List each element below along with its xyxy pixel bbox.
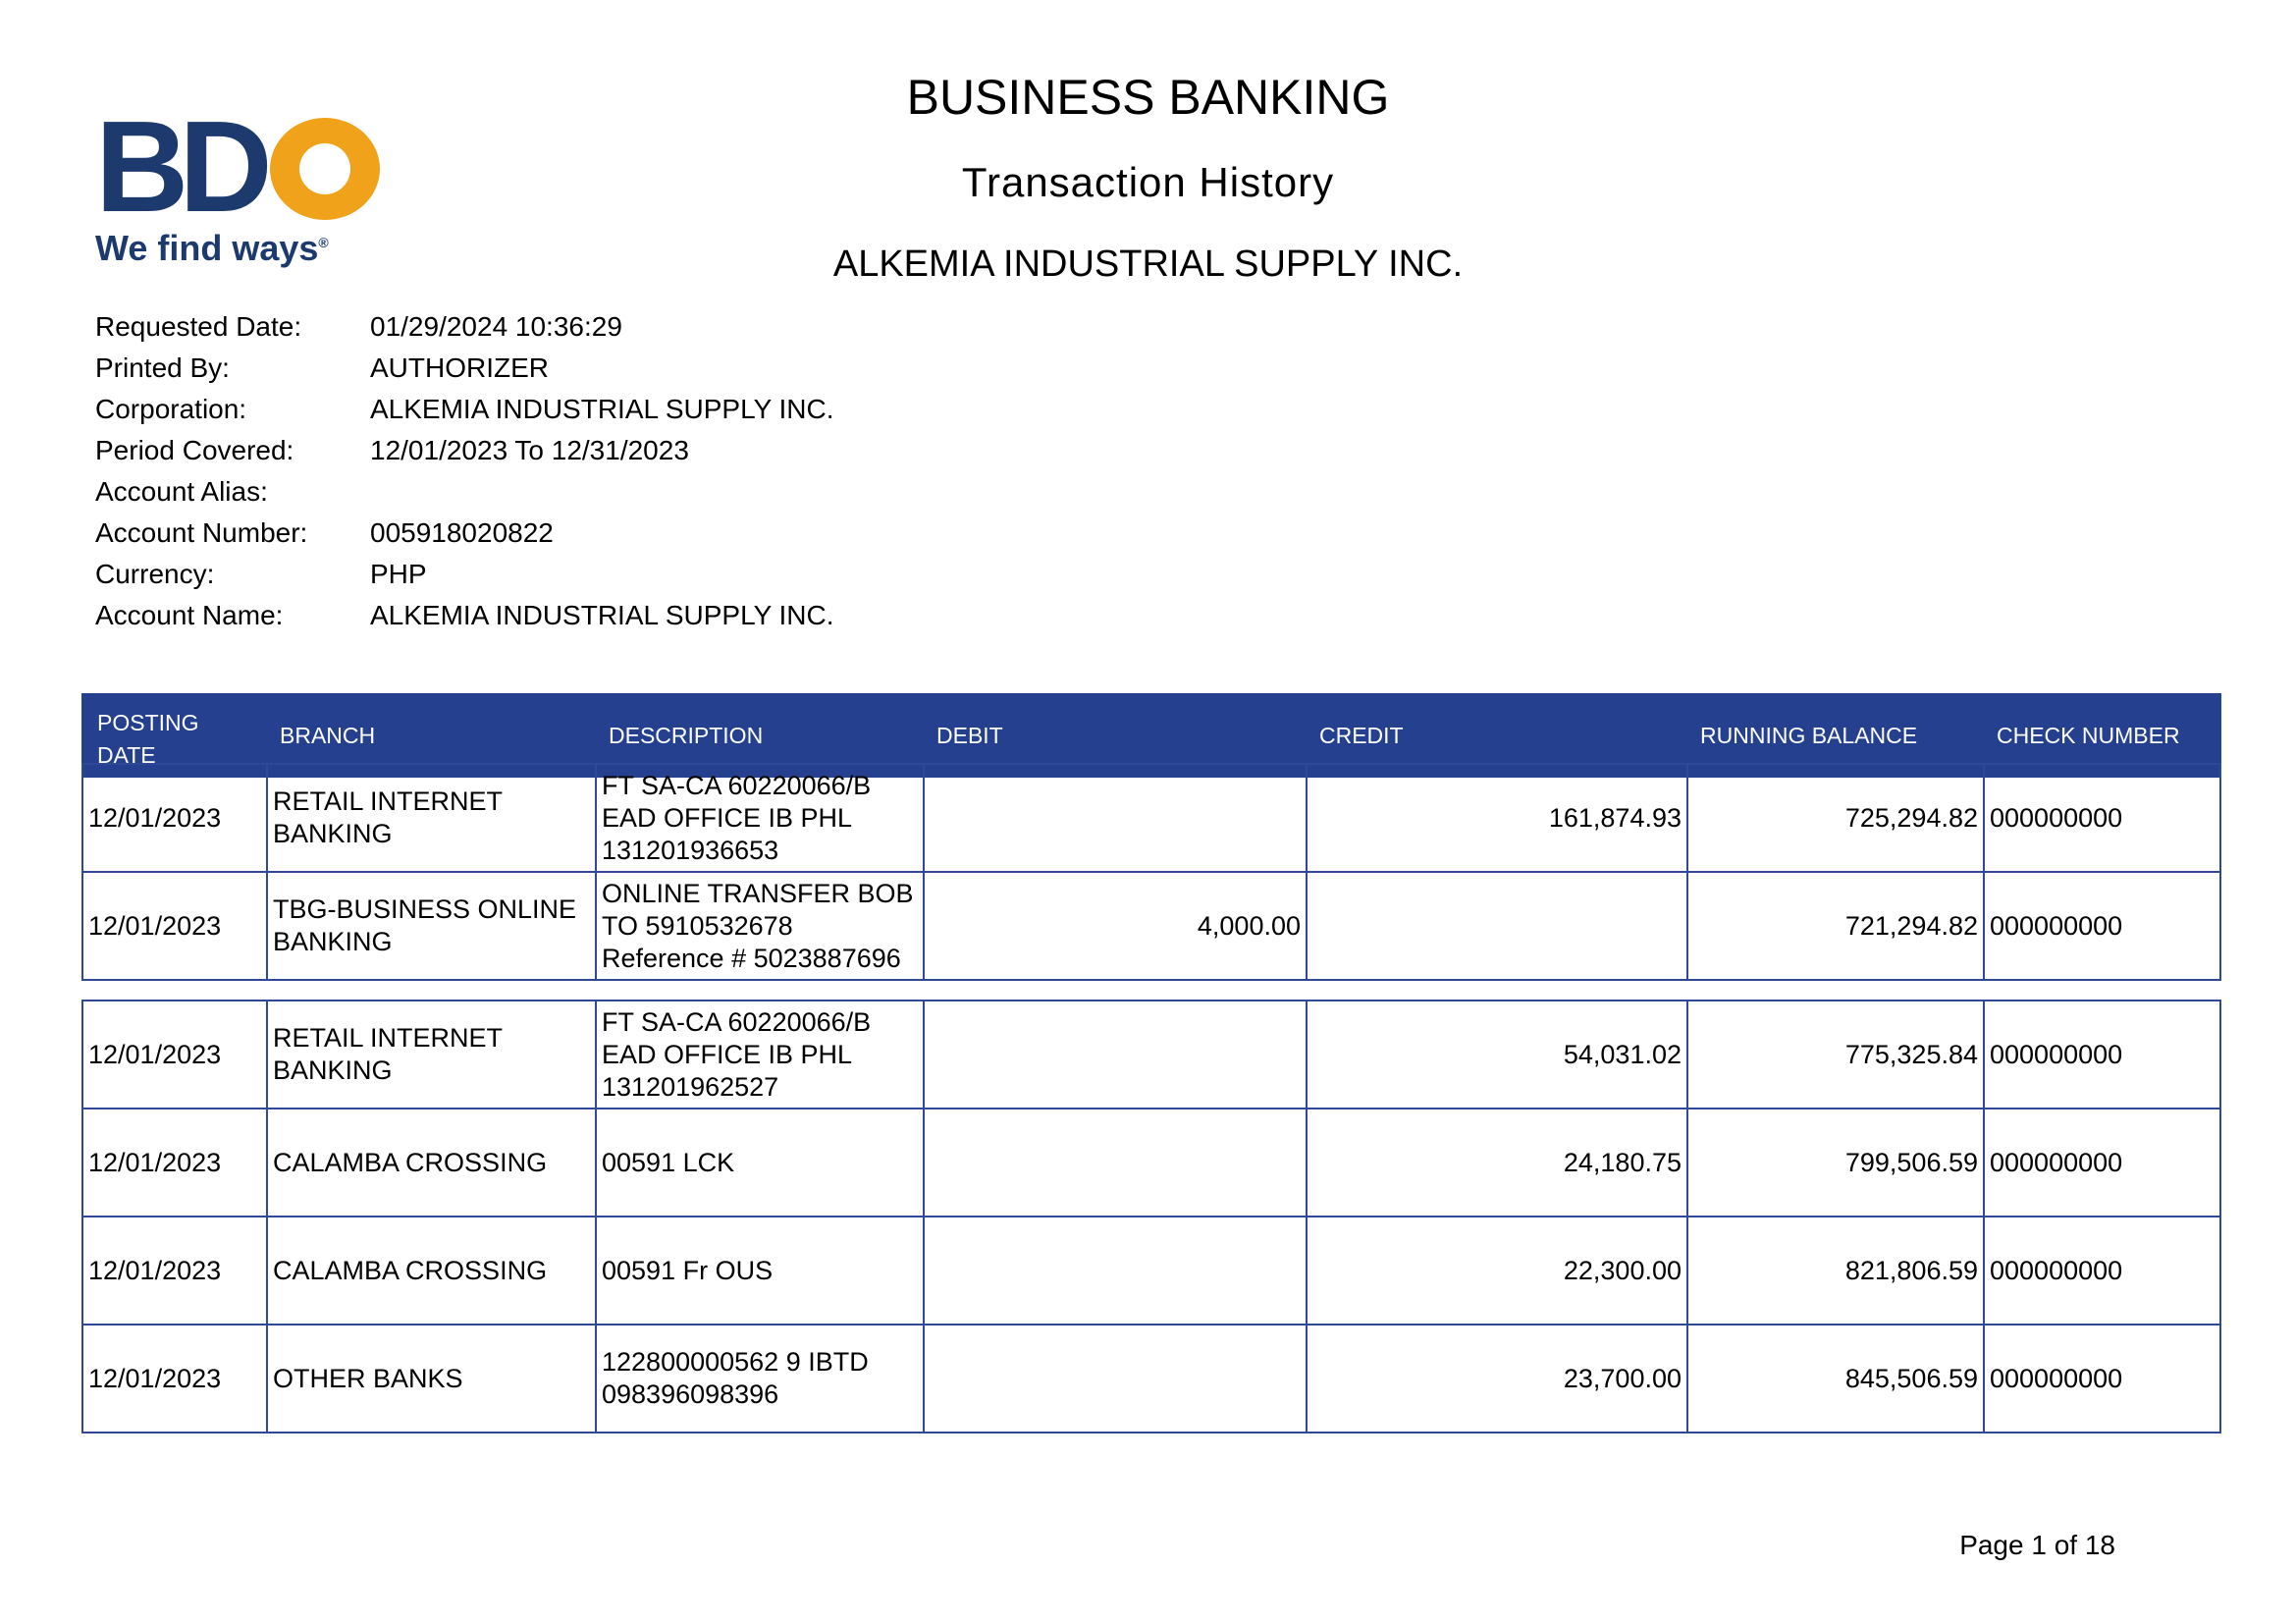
cell-branch: CALAMBA CROSSING <box>266 1108 597 1217</box>
cell-balance: 721,294.82 <box>1686 871 1985 981</box>
info-label: Account Name: <box>95 600 284 630</box>
cell-branch: TBG-BUSINESS ONLINE BANKING <box>266 871 597 981</box>
account-info: Requested Date: 01/29/2024 10:36:29 Print… <box>95 306 834 636</box>
info-label: Requested Date: <box>95 311 302 342</box>
info-label: Printed By: <box>95 352 230 383</box>
cell-check-number: 000000000 <box>1983 871 2221 981</box>
cell-credit <box>1306 871 1688 981</box>
cell-balance: 845,506.59 <box>1686 1324 1985 1434</box>
cell-description: FT SA-CA 60220066/B EAD OFFICE IB PHL 13… <box>595 763 925 873</box>
table-row: 12/01/2023 TBG-BUSINESS ONLINE BANKING O… <box>81 871 2221 981</box>
cell-date: 12/01/2023 <box>81 1000 268 1109</box>
cell-date: 12/01/2023 <box>81 1216 268 1325</box>
cell-balance: 775,325.84 <box>1686 1000 1985 1109</box>
info-value: PHP <box>370 559 427 589</box>
table-row: 12/01/2023 OTHER BANKS 122800000562 9 IB… <box>81 1324 2221 1434</box>
cell-credit: 24,180.75 <box>1306 1108 1688 1217</box>
cell-credit: 161,874.93 <box>1306 763 1688 873</box>
cell-credit: 22,300.00 <box>1306 1216 1688 1325</box>
info-row-account-name: Account Name: ALKEMIA INDUSTRIAL SUPPLY I… <box>95 595 834 636</box>
info-label: Account Alias: <box>95 476 268 507</box>
cell-date: 12/01/2023 <box>81 871 268 981</box>
cell-balance: 821,806.59 <box>1686 1216 1985 1325</box>
cell-check-number: 000000000 <box>1983 1108 2221 1217</box>
table-row: 12/01/2023 RETAIL INTERNET BANKING FT SA… <box>81 1000 2221 1109</box>
cell-branch: OTHER BANKS <box>266 1324 597 1434</box>
cell-debit <box>923 1324 1308 1434</box>
cell-balance: 799,506.59 <box>1686 1108 1985 1217</box>
cell-credit: 54,031.02 <box>1306 1000 1688 1109</box>
cell-debit: 4,000.00 <box>923 871 1308 981</box>
cell-branch: RETAIL INTERNET BANKING <box>266 1000 597 1109</box>
info-row-corporation: Corporation: ALKEMIA INDUSTRIAL SUPPLY IN… <box>95 389 834 430</box>
info-value: AUTHORIZER <box>370 352 549 383</box>
cell-check-number: 000000000 <box>1983 1324 2221 1434</box>
info-row-currency: Currency: PHP <box>95 554 834 595</box>
info-value: 12/01/2023 To 12/31/2023 <box>370 435 689 465</box>
cell-date: 12/01/2023 <box>81 763 268 873</box>
info-label: Corporation: <box>95 394 247 424</box>
transaction-table-part-1: 12/01/2023 RETAIL INTERNET BANKING FT SA… <box>81 763 2221 981</box>
cell-description: ONLINE TRANSFER BOB TO 5910532678 Refere… <box>595 871 925 981</box>
info-row-printed-by: Printed By: AUTHORIZER <box>95 348 834 389</box>
cell-debit <box>923 1108 1308 1217</box>
info-label: Period Covered: <box>95 435 294 465</box>
info-value: 005918020822 <box>370 517 554 548</box>
cell-debit <box>923 763 1308 873</box>
page-title: BUSINESS BANKING <box>906 70 1390 125</box>
info-row-account-number: Account Number: 005918020822 <box>95 513 834 554</box>
info-value: ALKEMIA INDUSTRIAL SUPPLY INC. <box>370 394 834 424</box>
transaction-table-part-2: 12/01/2023 RETAIL INTERNET BANKING FT SA… <box>81 1000 2221 1434</box>
cell-description: 122800000562 9 IBTD 098396098396 <box>595 1324 925 1434</box>
cell-balance: 725,294.82 <box>1686 763 1985 873</box>
cell-check-number: 000000000 <box>1983 763 2221 873</box>
info-row-requested-date: Requested Date: 01/29/2024 10:36:29 <box>95 306 834 348</box>
cell-date: 12/01/2023 <box>81 1324 268 1434</box>
info-label: Account Number: <box>95 517 308 548</box>
cell-branch: CALAMBA CROSSING <box>266 1216 597 1325</box>
table-row: 12/01/2023 RETAIL INTERNET BANKING FT SA… <box>81 763 2221 873</box>
cell-debit <box>923 1216 1308 1325</box>
info-value: ALKEMIA INDUSTRIAL SUPPLY INC. <box>370 600 834 630</box>
cell-description: 00591 LCK <box>595 1108 925 1217</box>
cell-date: 12/01/2023 <box>81 1108 268 1217</box>
cell-description: 00591 Fr OUS <box>595 1216 925 1325</box>
cell-check-number: 000000000 <box>1983 1216 2221 1325</box>
cell-branch: RETAIL INTERNET BANKING <box>266 763 597 873</box>
cell-check-number: 000000000 <box>1983 1000 2221 1109</box>
cell-credit: 23,700.00 <box>1306 1324 1688 1434</box>
cell-description: FT SA-CA 60220066/B EAD OFFICE IB PHL 13… <box>595 1000 925 1109</box>
info-label: Currency: <box>95 559 215 589</box>
corporation-title: ALKEMIA INDUSTRIAL SUPPLY INC. <box>832 243 1464 285</box>
page-number: Page 1 of 18 <box>1959 1530 2115 1560</box>
cell-debit <box>923 1000 1308 1109</box>
info-row-account-alias: Account Alias: <box>95 471 834 513</box>
table-row: 12/01/2023 CALAMBA CROSSING 00591 Fr OUS… <box>81 1216 2221 1325</box>
info-row-period-covered: Period Covered: 12/01/2023 To 12/31/2023 <box>95 430 834 471</box>
info-value: 01/29/2024 10:36:29 <box>370 311 622 342</box>
page-subtitle: Transaction History <box>961 159 1335 205</box>
table-row: 12/01/2023 CALAMBA CROSSING 00591 LCK 24… <box>81 1108 2221 1217</box>
